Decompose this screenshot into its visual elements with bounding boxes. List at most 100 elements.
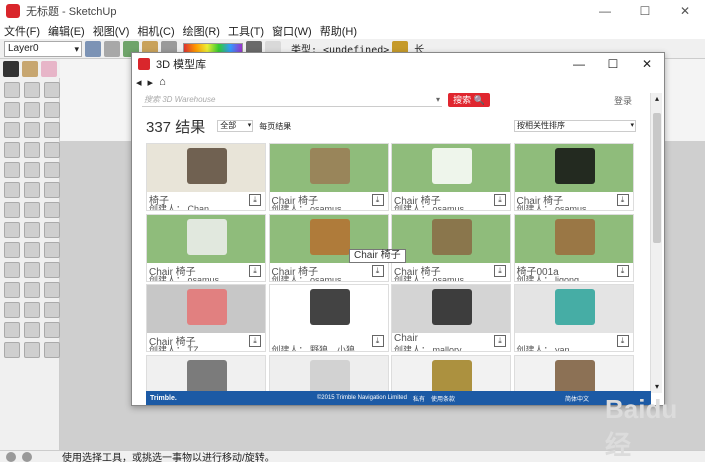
pushpull-icon[interactable] bbox=[4, 202, 20, 218]
model-thumbnail[interactable] bbox=[147, 144, 265, 192]
line-icon[interactable] bbox=[24, 122, 40, 138]
dialog-close-button[interactable]: ✕ bbox=[630, 53, 664, 75]
select-icon[interactable] bbox=[24, 82, 40, 98]
ruby-icon[interactable] bbox=[24, 342, 40, 358]
menu-camera[interactable]: 相机(C) bbox=[133, 23, 178, 39]
layer-select[interactable]: Layer0 bbox=[4, 40, 82, 57]
model-card[interactable]: Chair 椅子 创建人： osamus ⤓ bbox=[268, 213, 389, 282]
model-creator[interactable]: 创建人： osamus bbox=[149, 273, 219, 281]
minimize-button[interactable]: — bbox=[585, 0, 625, 22]
model-creator[interactable]: 创建人： 野狼，小狼 bbox=[272, 343, 356, 351]
menu-help[interactable]: 帮助(H) bbox=[316, 23, 361, 39]
dialog-minimize-button[interactable]: — bbox=[562, 53, 596, 75]
component-tool-icon[interactable] bbox=[24, 102, 40, 118]
text-icon[interactable] bbox=[24, 242, 40, 258]
model-card[interactable]: Chair 椅子 创建人： osamus ⤓ bbox=[391, 213, 511, 282]
model-card[interactable]: Chair 椅子 创建人： osamus ⤓ bbox=[513, 143, 634, 211]
model-card[interactable]: Chair 椅子 创建人： osamus ⤓ bbox=[146, 213, 266, 282]
search-button[interactable]: 搜索 🔍 bbox=[448, 93, 490, 107]
eye-icon[interactable] bbox=[44, 302, 60, 318]
model-thumbnail[interactable] bbox=[147, 285, 265, 333]
tape-icon[interactable] bbox=[24, 222, 40, 238]
dimension-icon[interactable] bbox=[44, 222, 60, 238]
model-creator[interactable]: 创建人： osamus bbox=[517, 202, 587, 210]
model-thumbnail[interactable] bbox=[514, 285, 633, 333]
menu-tools[interactable]: 工具(T) bbox=[224, 23, 268, 39]
zoom-icon[interactable] bbox=[4, 142, 20, 158]
scroll-down-icon[interactable]: ▾ bbox=[651, 381, 663, 393]
walk-tool-icon[interactable] bbox=[4, 322, 20, 338]
per-page-label[interactable]: 每页结果 bbox=[259, 121, 291, 132]
menu-draw[interactable]: 绘图(R) bbox=[179, 23, 224, 39]
download-icon[interactable]: ⤓ bbox=[249, 335, 261, 347]
model-creator[interactable]: 创建人： osamus bbox=[394, 273, 464, 281]
components-icon[interactable] bbox=[104, 40, 120, 57]
terms-link[interactable]: 使用条款 bbox=[431, 394, 455, 403]
model-creator[interactable]: 创建人： osamus bbox=[272, 273, 342, 281]
circle-icon[interactable] bbox=[24, 142, 40, 158]
offset-icon[interactable] bbox=[4, 222, 20, 238]
model-thumbnail[interactable] bbox=[514, 355, 633, 391]
eraser-icon[interactable] bbox=[41, 60, 57, 77]
pie-icon[interactable] bbox=[44, 162, 60, 178]
close-button[interactable]: ✕ bbox=[665, 0, 705, 22]
section-plane-icon[interactable] bbox=[4, 282, 20, 298]
layers-icon[interactable] bbox=[85, 40, 101, 57]
model-thumbnail[interactable] bbox=[392, 285, 510, 333]
download-icon[interactable]: ⤓ bbox=[371, 264, 384, 277]
select-arrow-icon[interactable] bbox=[3, 60, 19, 77]
model-creator[interactable]: 创建人： osamus bbox=[394, 202, 464, 210]
position-camera-icon[interactable] bbox=[24, 282, 40, 298]
model-creator[interactable]: 创建人： Chan bbox=[149, 202, 209, 210]
lookaround-icon[interactable] bbox=[44, 262, 60, 278]
download-icon[interactable]: ⤓ bbox=[616, 194, 629, 206]
layout-icon[interactable] bbox=[44, 342, 60, 358]
download-icon[interactable]: ⤓ bbox=[249, 264, 261, 277]
model-card[interactable]: 椅子001a 创建人： ligong ⤓ bbox=[513, 213, 634, 282]
model-thumbnail[interactable] bbox=[269, 285, 388, 333]
model-thumbnail[interactable] bbox=[392, 144, 510, 192]
model-card[interactable]: ⤓ bbox=[146, 354, 266, 391]
model-card[interactable]: Chair 椅子 创建人： TZ ⤓ bbox=[146, 284, 266, 352]
model-thumbnail[interactable] bbox=[392, 355, 510, 391]
model-card[interactable]: Chair 椅子 创建人： osamus ⤓ bbox=[268, 143, 389, 211]
scale-icon[interactable] bbox=[44, 202, 60, 218]
zoom-window-icon[interactable] bbox=[4, 162, 20, 178]
3dtext-icon[interactable] bbox=[4, 262, 20, 278]
model-creator[interactable]: 创建人： ligong bbox=[517, 273, 580, 281]
model-card[interactable]: ⤓ bbox=[268, 354, 389, 391]
download-icon[interactable]: ⤓ bbox=[616, 335, 629, 347]
model-thumbnail[interactable] bbox=[392, 214, 510, 263]
search-input[interactable]: 搜索 3D Warehouse bbox=[142, 93, 442, 107]
model-thumbnail[interactable] bbox=[514, 144, 633, 192]
polygon-icon[interactable] bbox=[44, 142, 60, 158]
zoom-in-icon[interactable] bbox=[44, 282, 60, 298]
add-location-icon[interactable] bbox=[24, 322, 40, 338]
model-card[interactable]: 创建人： yan ⤓ bbox=[513, 284, 634, 352]
home-nav-icon[interactable]: ⌂ bbox=[159, 76, 166, 88]
download-icon[interactable]: ⤓ bbox=[494, 264, 506, 277]
model-card[interactable]: 椅子 创建人： Chan ⤓ bbox=[146, 143, 266, 211]
component-icon[interactable] bbox=[22, 60, 38, 77]
model-creator[interactable]: 创建人： osamus bbox=[272, 202, 342, 210]
paint-icon[interactable] bbox=[44, 82, 60, 98]
download-icon[interactable]: ⤓ bbox=[616, 264, 629, 277]
model-thumbnail[interactable] bbox=[147, 214, 265, 263]
model-card[interactable]: Chair 椅子 创建人： osamus ⤓ bbox=[391, 143, 511, 211]
login-link[interactable]: 登录 bbox=[614, 94, 632, 107]
download-icon[interactable]: ⤓ bbox=[371, 335, 384, 347]
model-thumbnail[interactable] bbox=[147, 355, 265, 391]
move-icon[interactable] bbox=[24, 182, 40, 198]
language-select[interactable]: 简体中文 bbox=[565, 394, 589, 403]
eraser-tool-icon[interactable] bbox=[44, 102, 60, 118]
freehand-icon[interactable] bbox=[44, 122, 60, 138]
protractor-icon[interactable] bbox=[4, 242, 20, 258]
privacy-link[interactable]: 私有 bbox=[413, 394, 425, 403]
model-card[interactable]: 创建人： 野狼，小狼 ⤓ bbox=[268, 284, 389, 352]
scroll-thumb[interactable] bbox=[653, 113, 661, 243]
zoom-out-icon[interactable] bbox=[4, 302, 20, 318]
rotate-icon[interactable] bbox=[44, 182, 60, 198]
scroll-up-icon[interactable]: ▴ bbox=[651, 93, 663, 105]
walk-icon[interactable] bbox=[24, 262, 40, 278]
menu-window[interactable]: 窗口(W) bbox=[268, 23, 316, 39]
